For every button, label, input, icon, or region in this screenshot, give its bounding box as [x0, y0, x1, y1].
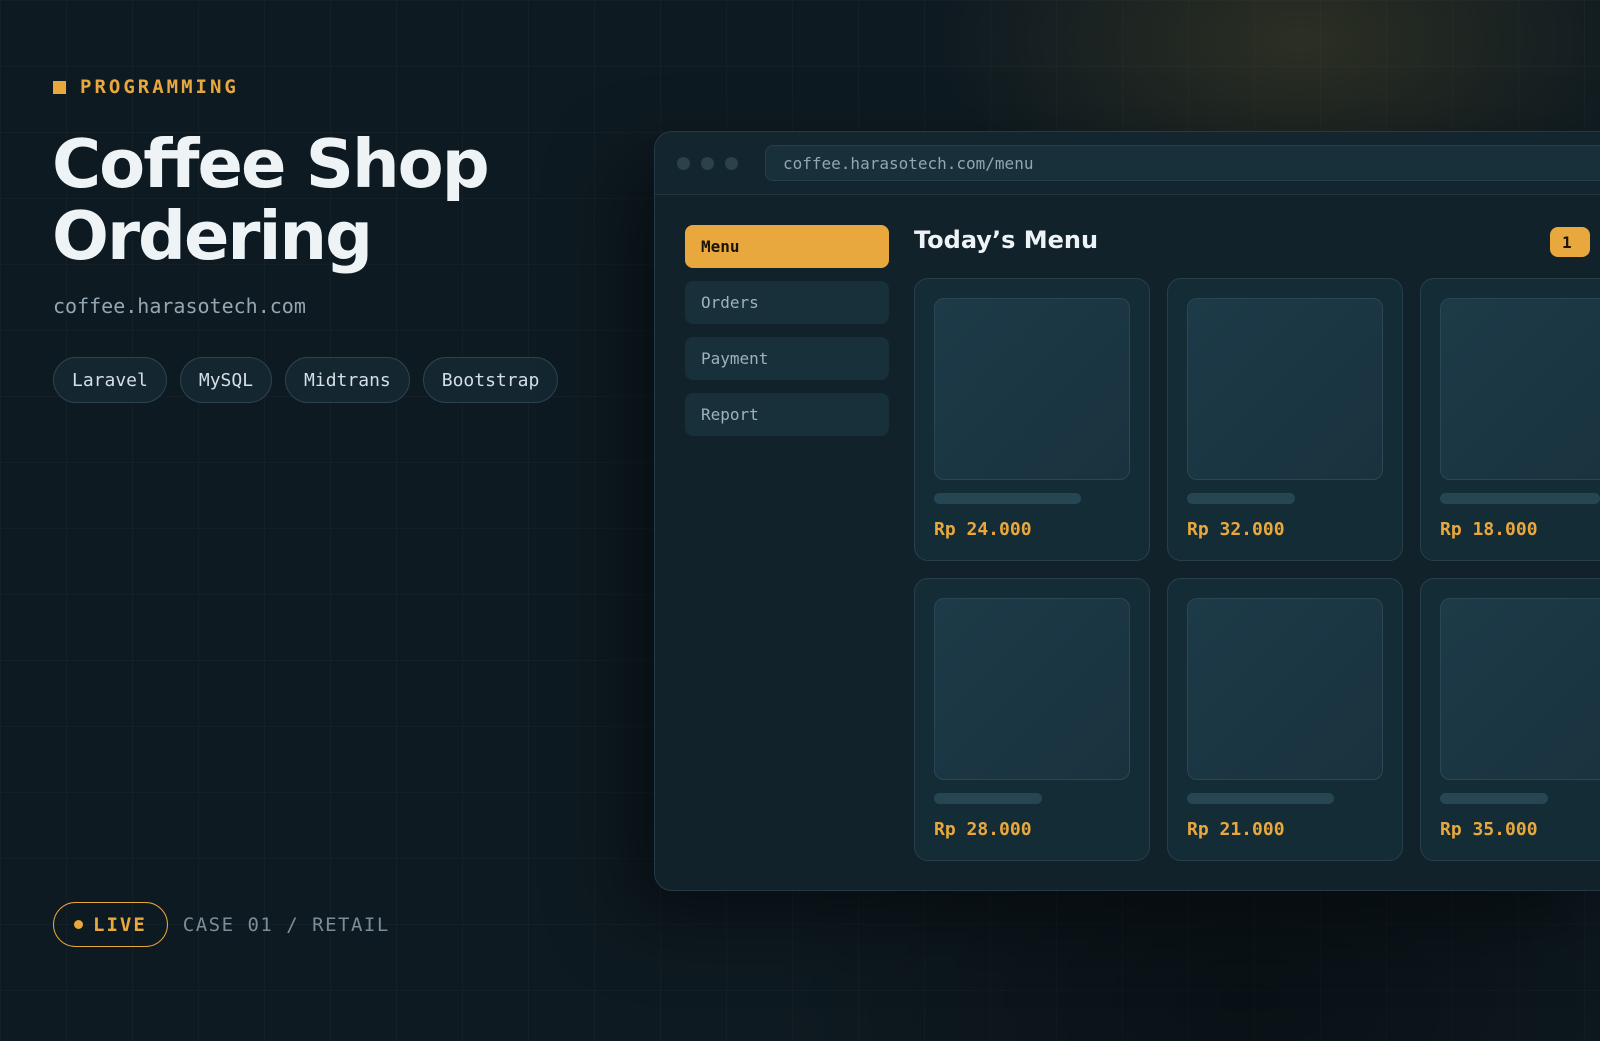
product-image: [1187, 598, 1383, 780]
case-label: CASE 01 / RETAIL: [182, 913, 390, 936]
tag-laravel: Laravel: [53, 357, 167, 403]
product-card[interactable]: Rp 28.000: [914, 578, 1150, 861]
product-price: Rp 18.000: [1440, 519, 1538, 540]
live-status-badge: LIVE: [53, 902, 168, 947]
product-card[interactable]: Rp 24.000: [914, 278, 1150, 561]
product-price: Rp 24.000: [934, 519, 1032, 540]
page-title: Today’s Menu: [914, 226, 1099, 254]
tag-midtrans: Midtrans: [285, 357, 410, 403]
product-name-placeholder: [934, 793, 1042, 804]
app-sidebar: Menu Orders Payment Report: [685, 225, 889, 449]
product-image: [934, 298, 1130, 480]
product-card[interactable]: Rp 21.000: [1167, 578, 1403, 861]
product-image: [1187, 298, 1383, 480]
tag-mysql: MySQL: [179, 357, 273, 403]
product-price: Rp 35.000: [1440, 819, 1538, 840]
product-price: Rp 28.000: [934, 819, 1032, 840]
browser-toolbar: coffee.harasotech.com/menu: [655, 132, 1600, 195]
product-price: Rp 32.000: [1187, 519, 1285, 540]
status-dot-icon: [74, 920, 83, 929]
square-icon: [53, 80, 66, 94]
tag-bootstrap: Bootstrap: [422, 357, 559, 403]
window-dot-icon[interactable]: [725, 156, 738, 170]
address-bar[interactable]: coffee.harasotech.com/menu: [765, 145, 1600, 181]
sidebar-item-menu[interactable]: Menu: [685, 225, 889, 268]
project-title: Coffee Shop Ordering: [52, 125, 490, 275]
window-dot-icon[interactable]: [677, 156, 690, 170]
product-card[interactable]: Rp 18.000: [1420, 278, 1600, 561]
product-price: Rp 21.000: [1187, 819, 1285, 840]
window-controls: [677, 156, 738, 170]
product-image: [1440, 598, 1600, 780]
product-name-placeholder: [1187, 793, 1334, 804]
project-domain: coffee.harasotech.com: [53, 294, 306, 318]
product-name-placeholder: [1440, 493, 1600, 504]
window-dot-icon[interactable]: [701, 156, 714, 170]
product-image: [934, 598, 1130, 780]
cart-count-badge[interactable]: 1: [1550, 227, 1590, 257]
product-card[interactable]: Rp 32.000: [1167, 278, 1403, 561]
sidebar-item-payment[interactable]: Payment: [685, 337, 889, 380]
live-status-label: LIVE: [93, 913, 147, 936]
category-label: PROGRAMMING: [80, 76, 239, 98]
product-name-placeholder: [1187, 493, 1295, 504]
footer-row: LIVE CASE 01 / RETAIL: [53, 902, 390, 947]
sidebar-item-orders[interactable]: Orders: [685, 281, 889, 324]
sidebar-item-report[interactable]: Report: [685, 393, 889, 436]
product-name-placeholder: [1440, 793, 1548, 804]
category-eyebrow: PROGRAMMING: [53, 76, 239, 98]
product-name-placeholder: [934, 493, 1081, 504]
product-image: [1440, 298, 1600, 480]
browser-window: coffee.harasotech.com/menu Menu Orders P…: [654, 131, 1600, 891]
product-card[interactable]: Rp 35.000: [1420, 578, 1600, 861]
tech-tags: Laravel MySQL Midtrans Bootstrap: [53, 357, 559, 403]
